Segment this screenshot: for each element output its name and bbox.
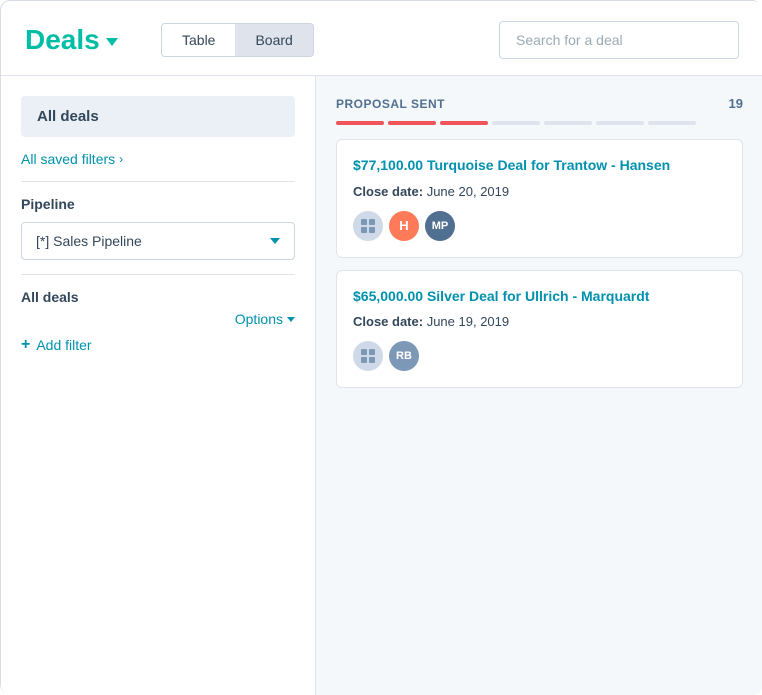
deal-card-1[interactable]: $77,100.00 Turquoise Deal for Trantow - … xyxy=(336,139,743,258)
pipeline-section: Pipeline [*] Sales Pipeline xyxy=(21,196,295,275)
progress-seg-2 xyxy=(388,121,436,125)
pipeline-select[interactable]: [*] Sales Pipeline xyxy=(21,222,295,260)
avatar-mp-1: MP xyxy=(425,211,455,241)
app-container: Deals Table Board All deals All saved fi… xyxy=(1,1,762,695)
close-date-value-1: June 20, 2019 xyxy=(427,184,509,199)
column-header: PROPOSAL SENT 19 xyxy=(336,96,743,111)
close-date-label-2: Close date: xyxy=(353,314,423,329)
avatar-grid-icon-1 xyxy=(353,211,383,241)
title-dropdown-icon[interactable] xyxy=(106,38,118,46)
all-deals-filter-label: All deals xyxy=(21,289,295,305)
header-title-area: Deals xyxy=(25,24,145,56)
main-content: All deals All saved filters › Pipeline [… xyxy=(1,76,762,695)
add-filter-label: Add filter xyxy=(36,337,91,353)
pipeline-selected-value: [*] Sales Pipeline xyxy=(36,233,142,249)
grid-svg-1 xyxy=(360,218,376,234)
column-title: PROPOSAL SENT xyxy=(336,97,445,111)
column-count: 19 xyxy=(729,96,743,111)
board-area: PROPOSAL SENT 19 $77,100.00 Turquoise De… xyxy=(316,76,762,695)
pipeline-select-wrapper: [*] Sales Pipeline xyxy=(21,222,295,260)
progress-seg-7 xyxy=(648,121,696,125)
progress-seg-4 xyxy=(492,121,540,125)
grid-svg-2 xyxy=(360,348,376,364)
saved-filters-label: All saved filters xyxy=(21,151,115,167)
pipeline-chevron-icon xyxy=(270,238,280,244)
deal-title-2[interactable]: $65,000.00 Silver Deal for Ullrich - Mar… xyxy=(353,287,726,307)
sidebar-all-deals[interactable]: All deals xyxy=(21,96,295,137)
view-toggle: Table Board xyxy=(161,23,314,57)
options-row: Options xyxy=(21,311,295,327)
table-view-button[interactable]: Table xyxy=(162,24,235,56)
progress-seg-5 xyxy=(544,121,592,125)
plus-icon: + xyxy=(21,337,30,353)
board-view-button[interactable]: Board xyxy=(235,24,312,56)
close-date-value-2: June 19, 2019 xyxy=(427,314,509,329)
avatar-grid-icon-2 xyxy=(353,341,383,371)
search-input[interactable] xyxy=(499,21,739,59)
deal-card-2[interactable]: $65,000.00 Silver Deal for Ullrich - Mar… xyxy=(336,270,743,389)
deal-close-date-1: Close date: June 20, 2019 xyxy=(353,184,726,199)
page-title: Deals xyxy=(25,24,100,56)
header: Deals Table Board xyxy=(1,1,762,75)
search-container xyxy=(499,21,739,59)
progress-bar xyxy=(336,121,743,125)
progress-seg-6 xyxy=(596,121,644,125)
deal-close-date-2: Close date: June 19, 2019 xyxy=(353,314,726,329)
avatar-rb-1: RB xyxy=(389,341,419,371)
deal-avatars-1: H MP xyxy=(353,211,726,241)
all-deals-filter-section: All deals Options xyxy=(21,289,295,337)
pipeline-label: Pipeline xyxy=(21,196,295,212)
sidebar: All deals All saved filters › Pipeline [… xyxy=(1,76,316,695)
progress-seg-1 xyxy=(336,121,384,125)
deal-title-1[interactable]: $77,100.00 Turquoise Deal for Trantow - … xyxy=(353,156,726,176)
avatar-hubspot-1: H xyxy=(389,211,419,241)
options-label: Options xyxy=(235,311,283,327)
options-chevron-icon xyxy=(287,317,295,322)
deal-avatars-2: RB xyxy=(353,341,726,371)
close-date-label-1: Close date: xyxy=(353,184,423,199)
options-button[interactable]: Options xyxy=(235,311,295,327)
saved-filters-chevron-icon: › xyxy=(119,152,123,166)
add-filter-button[interactable]: + Add filter xyxy=(21,337,295,353)
saved-filters-link[interactable]: All saved filters › xyxy=(21,151,295,182)
progress-seg-3 xyxy=(440,121,488,125)
